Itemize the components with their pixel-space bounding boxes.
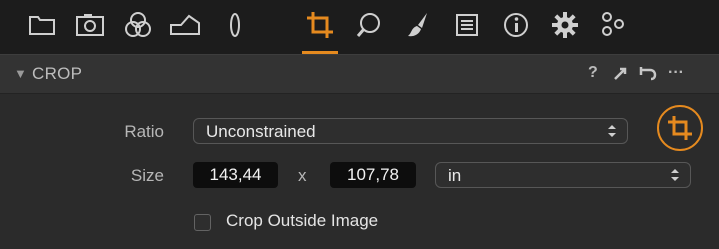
color-circles-icon[interactable] — [121, 8, 155, 42]
crop-panel-header[interactable]: ▼ CROP ? ··· — [0, 54, 719, 94]
select-stepper-icon — [671, 169, 679, 181]
ratio-select[interactable]: Unconstrained — [193, 118, 628, 144]
height-value: 107,78 — [347, 165, 399, 184]
height-input[interactable]: 107,78 — [330, 162, 416, 188]
collapse-triangle-icon[interactable]: ▼ — [14, 66, 27, 81]
tool-tabs-bar — [0, 0, 719, 54]
width-value: 143,44 — [209, 165, 262, 184]
brush-icon[interactable] — [401, 8, 435, 42]
camera-icon[interactable] — [73, 8, 107, 42]
crop-icon — [668, 116, 692, 140]
times-separator: x — [298, 166, 307, 185]
more-icon[interactable]: ··· — [668, 63, 684, 83]
gear-icon[interactable] — [548, 8, 582, 42]
ratio-value: Unconstrained — [206, 122, 316, 141]
advanced-settings-icon[interactable] — [596, 8, 630, 42]
list-icon[interactable] — [450, 8, 484, 42]
exposure-icon[interactable] — [168, 8, 202, 42]
lens-icon[interactable] — [218, 8, 252, 42]
folder-icon[interactable] — [25, 8, 59, 42]
panel-title: CROP — [32, 64, 83, 83]
crop-outside-image-checkbox[interactable] — [194, 214, 211, 231]
size-label: Size — [130, 166, 164, 185]
info-icon[interactable] — [499, 8, 533, 42]
crop-icon[interactable] — [303, 8, 337, 42]
width-input[interactable]: 143,44 — [193, 162, 278, 188]
select-stepper-icon — [608, 125, 616, 137]
ratio-label: Ratio — [124, 122, 164, 141]
help-icon[interactable]: ? — [588, 63, 598, 83]
reset-icon[interactable] — [638, 63, 658, 83]
unit-value: in — [448, 166, 462, 185]
search-icon[interactable] — [352, 8, 386, 42]
unit-select[interactable]: in — [435, 162, 691, 188]
crop-tool-button[interactable] — [657, 105, 703, 151]
crop-outside-image-label[interactable]: Crop Outside Image — [226, 211, 378, 231]
copy-paste-icon[interactable] — [612, 63, 630, 83]
